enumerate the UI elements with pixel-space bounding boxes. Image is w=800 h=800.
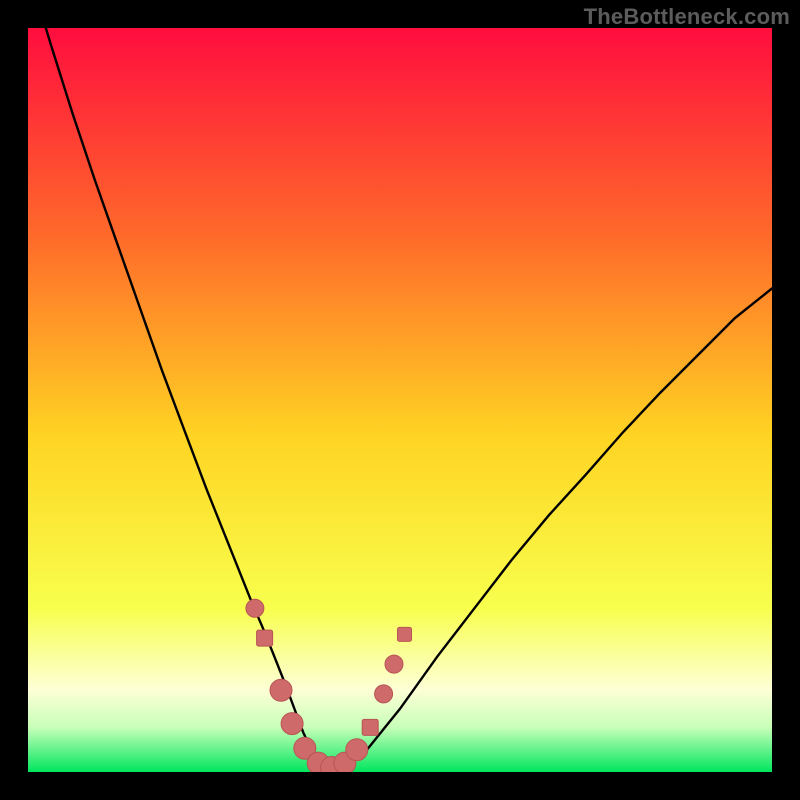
curve-marker — [362, 719, 378, 735]
curve-marker — [246, 599, 264, 617]
curve-marker — [281, 713, 303, 735]
curve-marker — [346, 739, 368, 761]
attribution-text: TheBottleneck.com — [584, 4, 790, 30]
chart-frame: TheBottleneck.com — [0, 0, 800, 800]
curve-marker — [375, 685, 393, 703]
curve-marker — [385, 655, 403, 673]
curve-marker — [270, 679, 292, 701]
curve-marker — [257, 630, 273, 646]
plot-area — [28, 28, 772, 772]
curve-marker — [398, 627, 412, 641]
bottleneck-chart — [28, 28, 772, 772]
